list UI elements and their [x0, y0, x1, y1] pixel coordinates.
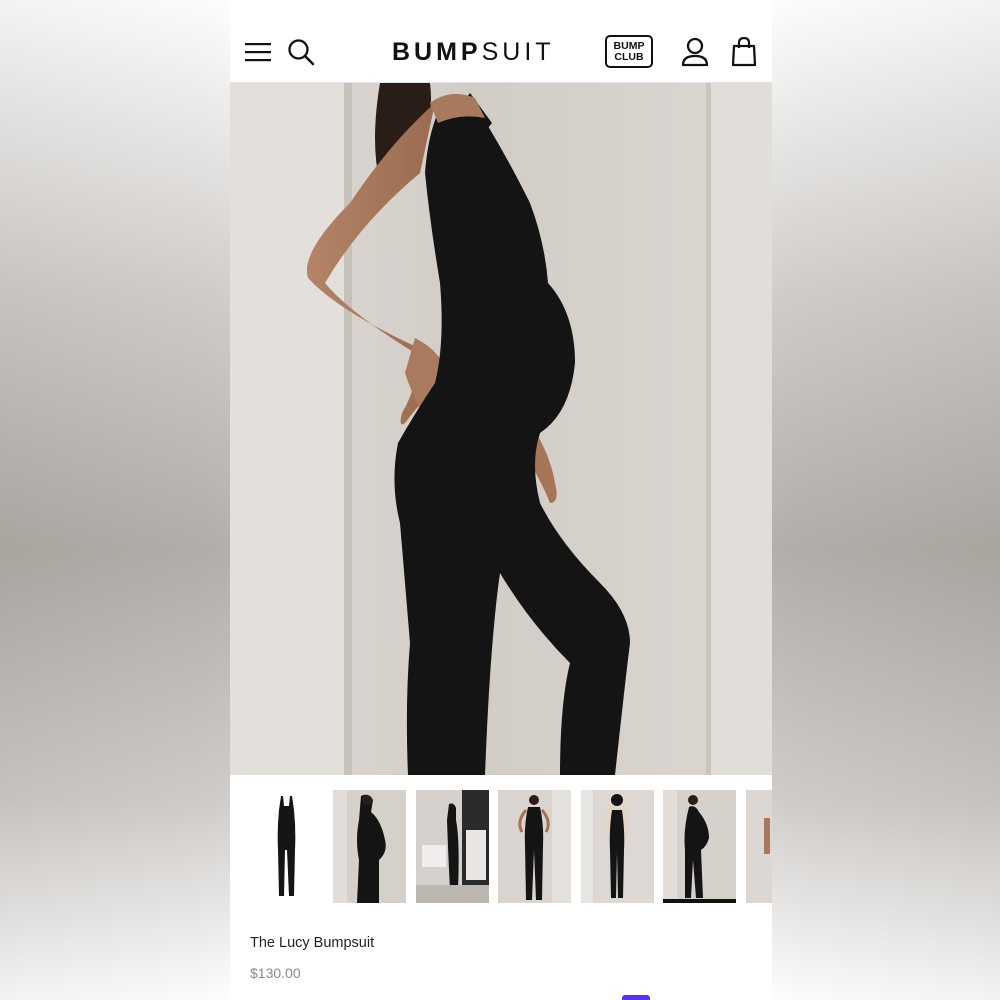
search-button[interactable]	[286, 36, 316, 68]
user-icon	[681, 37, 709, 67]
thumbnail-pregnant-side	[333, 790, 386, 903]
thumbnail-7[interactable]	[746, 790, 772, 903]
account-button[interactable]	[680, 36, 710, 68]
thumbnail-1[interactable]	[250, 790, 323, 903]
thumbnail-6[interactable]	[663, 790, 736, 903]
backdrop-right	[772, 0, 1000, 1000]
thumbnail-flat-lay	[277, 796, 296, 896]
product-price: $130.00	[250, 965, 301, 981]
thumbnail-strip	[230, 790, 772, 903]
mobile-page: BUMPSUIT BUMP CLUB The Lucy Bumpsuit $13…	[230, 0, 772, 1000]
logo-bold: BUMP	[392, 38, 482, 66]
shopping-bag-icon	[731, 37, 757, 67]
logo-light: SUIT	[481, 38, 555, 66]
thumbnail-front-full	[518, 790, 571, 903]
model-photo	[230, 83, 772, 775]
club-line1: BUMP	[613, 39, 645, 52]
bump-club-button[interactable]: BUMP CLUB	[605, 35, 653, 68]
product-title: The Lucy Bumpsuit	[250, 935, 375, 951]
search-icon	[288, 39, 315, 66]
thumbnail-partial	[746, 790, 772, 903]
thumbnail-5[interactable]	[581, 790, 654, 903]
thumbnail-3[interactable]	[416, 790, 489, 903]
cart-button[interactable]	[729, 36, 759, 68]
product-main-image[interactable]	[230, 83, 772, 775]
site-header: BUMPSUIT BUMP CLUB	[230, 0, 772, 83]
thumbnail-side-pose	[663, 790, 709, 903]
backdrop-left	[0, 0, 230, 1000]
thumbnail-with-cardigan	[581, 790, 629, 903]
club-line2: CLUB	[614, 50, 644, 63]
menu-button[interactable]	[243, 36, 273, 68]
thumbnail-mirror-room	[416, 790, 489, 903]
thumbnail-4[interactable]	[498, 790, 571, 903]
shop-pay-icon[interactable]	[622, 995, 650, 1000]
thumbnail-2[interactable]	[333, 790, 406, 903]
site-logo[interactable]: BUMPSUIT	[392, 38, 555, 67]
hamburger-icon	[245, 43, 271, 62]
